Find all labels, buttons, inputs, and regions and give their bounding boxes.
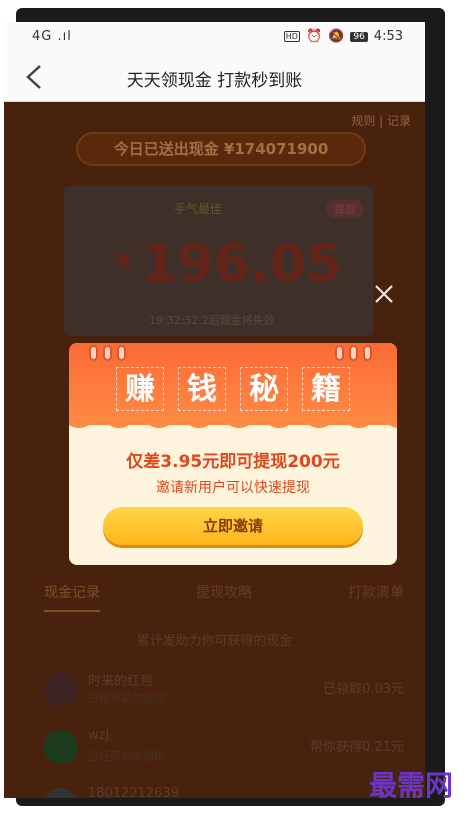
modal-hint-text: 邀请新用户可以快速提现 <box>156 480 310 496</box>
title-char: 籍 <box>302 367 350 411</box>
battery-icon: 96 <box>350 31 368 42</box>
watermark-logo: 最需网 <box>368 769 453 802</box>
mute-icon: 🔕 <box>328 29 345 44</box>
title-char: 赚 <box>116 367 164 411</box>
title-char: 秘 <box>240 367 288 411</box>
binder-ring <box>363 345 372 361</box>
close-icon[interactable] <box>372 282 396 306</box>
nav-bar: 天天领现金 打款秒到账 <box>4 52 425 102</box>
page-title: 天天领现金 打款秒到账 <box>126 71 303 91</box>
status-bar: 4G .ıl HD ⏰ 🔕 96 4:53 <box>4 22 425 52</box>
alarm-icon: ⏰ <box>305 29 323 44</box>
binder-ring <box>349 345 358 361</box>
signal-indicator: 4G .ıl <box>32 29 72 44</box>
binder-ring <box>89 345 98 361</box>
title-char: 钱 <box>178 367 226 411</box>
screen: 4G .ıl HD ⏰ 🔕 96 4:53 天天领现金 打款秒到账 规则 | 记… <box>0 0 467 814</box>
binder-ring <box>335 345 344 361</box>
invite-now-button[interactable]: 立即邀请 <box>103 507 363 545</box>
binder-ring <box>103 345 112 361</box>
hd-icon: HD <box>283 31 300 42</box>
modal-title: 赚 钱 秘 籍 <box>69 367 397 411</box>
binder-ring <box>117 345 126 361</box>
modal-header: 赚 钱 秘 籍 <box>69 343 397 425</box>
status-time: 4:53 <box>373 29 403 44</box>
modal-progress-text: 仅差3.95元即可提现200元 <box>126 452 340 472</box>
earn-money-modal: 赚 钱 秘 籍 仅差3.95元即可提现200元 邀请新用户可以快速提现 立即邀请 <box>69 343 397 565</box>
wave-divider <box>69 421 397 428</box>
